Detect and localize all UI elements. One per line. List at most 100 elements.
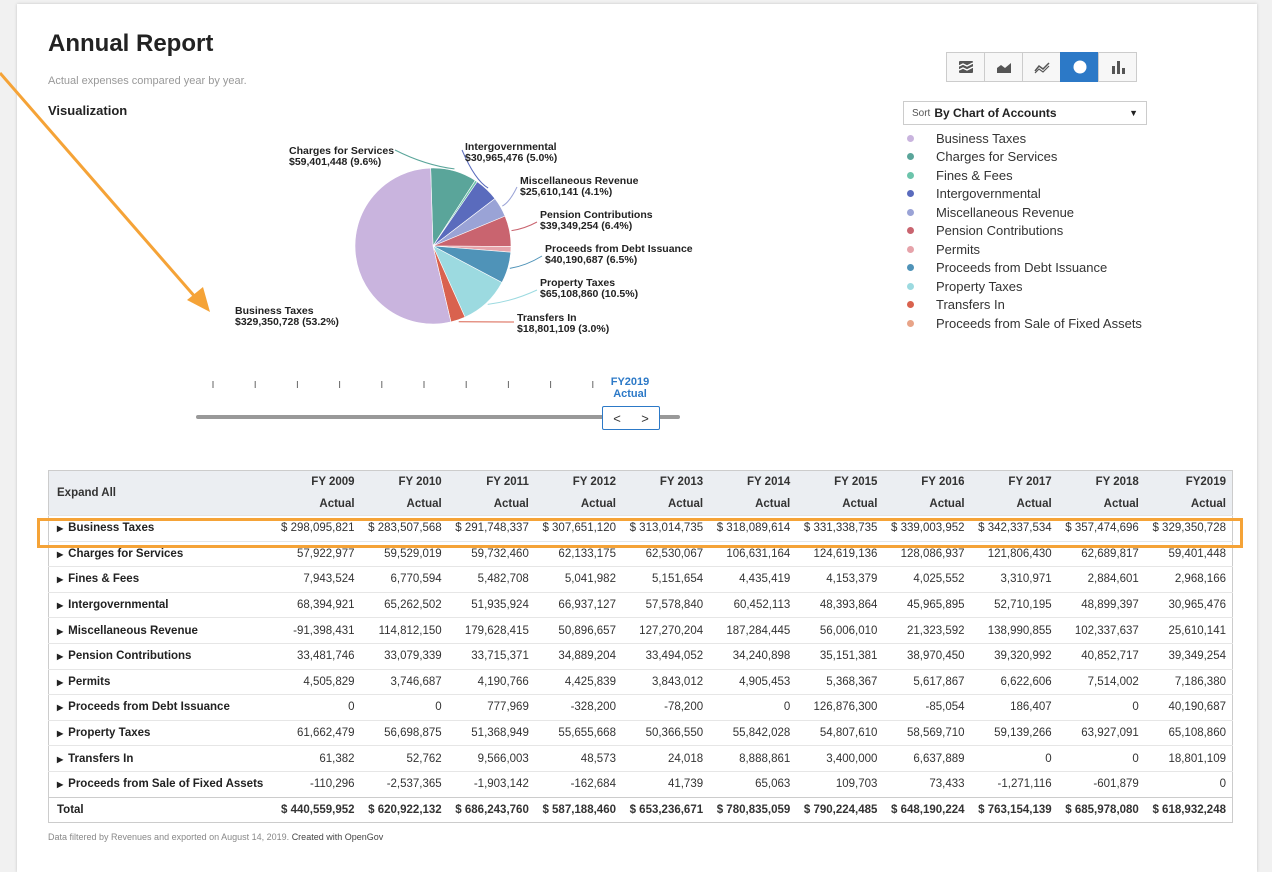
table-row[interactable]: ▶ Permits 4,505,829 3,746,687 4,190,766 4,425…	[48, 668, 1233, 695]
bar-chart-icon	[1111, 61, 1125, 74]
column-header-year[interactable]: FY 2013	[622, 471, 709, 494]
table-row[interactable]: ▶ Transfers In 61,382 52,762 9,566,003 48,573…	[48, 745, 1233, 772]
footer: Data filtered by Revenues and exported o…	[48, 832, 383, 842]
column-header-year[interactable]: FY2019	[1145, 471, 1233, 494]
table-row[interactable]: ▶ Intergovernmental 68,394,921 65,262,502 51…	[48, 591, 1233, 618]
table-cell: 102,337,637	[1057, 617, 1145, 644]
table-row[interactable]: ▶ Property Taxes 61,662,479 56,698,875 51,36…	[48, 719, 1233, 746]
expand-triangle-icon[interactable]: ▶	[57, 575, 63, 584]
total-cell: $ 653,236,671	[621, 796, 710, 823]
legend-swatch	[907, 227, 914, 235]
year-stepper[interactable]: < >	[602, 406, 660, 430]
timeline-next-button[interactable]: >	[631, 407, 659, 429]
table-cell: 0	[709, 694, 797, 721]
expand-triangle-icon[interactable]: ▶	[57, 678, 63, 687]
column-header-year[interactable]: FY 2012	[535, 471, 622, 494]
table-cell: 5,617,867	[883, 668, 971, 695]
column-header-year[interactable]: FY 2009	[273, 471, 360, 494]
expand-triangle-icon[interactable]: ▶	[57, 627, 63, 636]
legend-item-business-taxes[interactable]: Business Taxes	[907, 129, 1142, 148]
sort-dropdown[interactable]: Sort By Chart of Accounts ▼	[903, 101, 1147, 125]
table-cell: 34,889,204	[534, 642, 622, 670]
table-cell: 0	[970, 745, 1058, 772]
column-header-year[interactable]: FY 2014	[709, 471, 796, 494]
table-cell: 121,806,430	[970, 540, 1058, 567]
expand-triangle-icon[interactable]: ▶	[57, 601, 63, 610]
legend-item-pension-contributions[interactable]: Pension Contributions	[907, 222, 1142, 241]
legend-item-miscellaneous-revenue[interactable]: Miscellaneous Revenue	[907, 203, 1142, 222]
column-subheader: Actual	[1016, 498, 1052, 510]
row-label[interactable]: ▶ Transfers In	[48, 745, 274, 772]
row-label[interactable]: ▶ Intergovernmental	[48, 591, 274, 618]
table-cell: 41,739	[621, 770, 710, 798]
table-row[interactable]: ▶ Miscellaneous Revenue -91,398,431 114,812…	[48, 617, 1233, 644]
legend-swatch	[907, 153, 914, 161]
row-label[interactable]: ▶ Permits	[48, 668, 274, 695]
table-cell: 48,573	[534, 745, 622, 772]
table-cell: -91,398,431	[273, 617, 361, 644]
expand-triangle-icon[interactable]: ▶	[57, 550, 63, 559]
expand-triangle-icon[interactable]: ▶	[57, 524, 63, 533]
column-header-year[interactable]: FY 2016	[883, 471, 970, 494]
chart-type-toolbar	[946, 52, 1137, 82]
column-header-year[interactable]: FY 2017	[971, 471, 1058, 494]
column-header-year[interactable]: FY 2015	[796, 471, 883, 494]
expand-triangle-icon[interactable]: ▶	[57, 780, 63, 789]
legend-item-fines-and-fees[interactable]: Fines & Fees	[907, 166, 1142, 185]
column-header-year[interactable]: FY 2018	[1058, 471, 1145, 494]
column-header-year[interactable]: FY 2010	[361, 471, 448, 494]
table-cell: 5,041,982	[534, 566, 622, 593]
table-row[interactable]: ▶ Pension Contributions 33,481,746 33,079,3…	[48, 642, 1233, 670]
column-subheader: Actual	[842, 498, 878, 510]
expand-triangle-icon[interactable]: ▶	[57, 729, 63, 738]
total-cell: $ 790,224,485	[796, 796, 884, 823]
table-cell: 25,610,141	[1144, 617, 1233, 644]
pie-chart-button[interactable]	[1060, 52, 1098, 82]
table-cell: 106,631,164	[709, 540, 797, 567]
table-row[interactable]: ▶ Charges for Services 57,922,977 59,529,01…	[48, 540, 1233, 567]
bar-chart-button[interactable]	[1098, 52, 1137, 82]
table-cell: 4,425,839	[534, 668, 622, 695]
row-label[interactable]: ▶ Fines & Fees	[48, 566, 274, 593]
row-label[interactable]: ▶ Business Taxes	[48, 515, 274, 542]
row-label[interactable]: ▶ Pension Contributions	[48, 642, 274, 670]
row-label[interactable]: ▶ Property Taxes	[48, 719, 274, 746]
legend-item-proceeds-from-sale-of-fixed-assets[interactable]: Proceeds from Sale of Fixed Assets	[907, 314, 1142, 333]
legend-item-property-taxes[interactable]: Property Taxes	[907, 277, 1142, 296]
legend-item-proceeds-from-debt-issuance[interactable]: Proceeds from Debt Issuance	[907, 259, 1142, 278]
expand-triangle-icon[interactable]: ▶	[57, 652, 63, 661]
timeline-prev-button[interactable]: <	[603, 407, 631, 429]
table-cell: 66,937,127	[534, 591, 622, 618]
row-label[interactable]: ▶ Proceeds from Debt Issuance	[48, 694, 274, 721]
opengov-link[interactable]: Created with OpenGov	[292, 832, 384, 842]
table-cell: $ 331,338,735	[796, 515, 884, 542]
legend-label: Proceeds from Sale of Fixed Assets	[936, 315, 1142, 331]
row-label[interactable]: ▶ Proceeds from Sale of Fixed Assets	[48, 770, 274, 798]
row-label[interactable]: ▶ Miscellaneous Revenue	[48, 617, 274, 644]
legend-item-charges-for-services[interactable]: Charges for Services	[907, 148, 1142, 167]
table-cell: 126,876,300	[796, 694, 884, 721]
table-cell: 138,990,855	[970, 617, 1058, 644]
legend-item-permits[interactable]: Permits	[907, 240, 1142, 259]
expand-triangle-icon[interactable]: ▶	[57, 755, 63, 764]
table-cell: 33,481,746	[273, 642, 361, 670]
row-label-text: Intergovernmental	[68, 599, 169, 612]
line-chart-button[interactable]	[1022, 52, 1060, 82]
row-label[interactable]: ▶ Charges for Services	[48, 540, 274, 567]
table-cell: -110,296	[273, 770, 361, 798]
timeline-selected-label: FY2019 Actual	[610, 376, 650, 400]
table-row[interactable]: ▶ Business Taxes $ 298,095,821 $ 283,507,56…	[48, 515, 1233, 542]
table-row[interactable]: ▶ Proceeds from Debt Issuance 0 0 777,969 -32…	[48, 694, 1233, 721]
table-row[interactable]: ▶ Fines & Fees 7,943,524 6,770,594 5,482,708…	[48, 566, 1233, 593]
legend-item-transfers-in[interactable]: Transfers In	[907, 296, 1142, 315]
expand-triangle-icon[interactable]: ▶	[57, 703, 63, 712]
expand-all-button[interactable]: Expand All	[49, 471, 274, 516]
table-row[interactable]: ▶ Proceeds from Sale of Fixed Assets -110,…	[48, 770, 1233, 798]
column-header-year[interactable]: FY 2011	[448, 471, 535, 494]
legend-item-intergovernmental[interactable]: Intergovernmental	[907, 185, 1142, 204]
table-cell: 114,812,150	[360, 617, 448, 644]
stacked-area-chart-button[interactable]	[946, 52, 984, 82]
table-cell: 65,108,860	[1144, 719, 1233, 746]
area-chart-button[interactable]	[984, 52, 1022, 82]
table-cell: -162,684	[534, 770, 622, 798]
